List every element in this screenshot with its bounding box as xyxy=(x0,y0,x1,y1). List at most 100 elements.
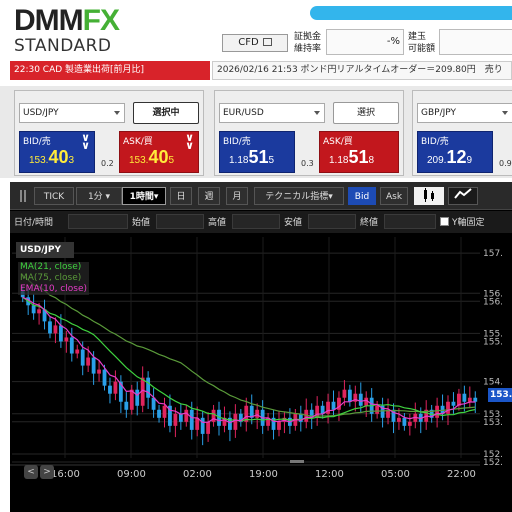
spread-value: 0.9 xyxy=(499,159,512,168)
x-tick-label: 12:00 xyxy=(315,469,344,480)
candle-body xyxy=(91,357,96,374)
bid-sell-button[interactable]: BID/売 209.129 xyxy=(417,131,493,173)
pair-select-value: GBP/JPY xyxy=(421,108,456,118)
bid-sell-button[interactable]: BID/売 1.18515 xyxy=(219,131,295,173)
y-tick-label: 152. xyxy=(483,458,503,468)
ask-buy-button[interactable]: ASK/買 1.18518 xyxy=(319,131,399,173)
scroll-left-button[interactable]: < xyxy=(24,465,38,479)
cfd-button[interactable]: CFD xyxy=(222,34,288,52)
pair-select[interactable]: USD/JPY xyxy=(19,103,125,123)
chart-scroll-handle[interactable] xyxy=(290,460,304,463)
candle-body xyxy=(402,417,407,426)
drag-handle-icon[interactable] xyxy=(20,190,28,202)
tab-day[interactable]: 日 xyxy=(170,187,192,205)
candle-body xyxy=(102,369,107,386)
margin-ratio-label: 証拠金 維持率 xyxy=(294,31,321,55)
tab-week[interactable]: 週 xyxy=(198,187,220,205)
y-tick-label: 154. xyxy=(483,378,503,388)
ohlc-filter-bar: 日付/時間 始値 高値 安値 終値 Y軸固定 xyxy=(10,211,512,233)
timeframe-1h-select[interactable]: 1時間▾ xyxy=(122,187,166,205)
x-tick-label: 22:00 xyxy=(447,469,476,480)
candle-body xyxy=(124,401,129,410)
candle-body xyxy=(108,385,112,394)
header-banner xyxy=(310,6,512,20)
technical-indicators-button[interactable]: テクニカル指標▾ xyxy=(254,187,344,205)
candle-body xyxy=(407,421,412,426)
candlestick-chart-icon[interactable] xyxy=(414,187,444,205)
y-axis-fix-label: Y軸固定 xyxy=(452,218,485,228)
legend-ma21: MA(21, close) xyxy=(18,262,89,273)
candle-body xyxy=(80,349,85,366)
candle-body xyxy=(113,381,118,394)
dmm-fx-logo: DMMFX STANDARD xyxy=(14,6,120,57)
candle-body xyxy=(178,413,183,422)
spread-value: 0.2 xyxy=(101,159,114,168)
bid-label: BID/売 xyxy=(223,137,251,147)
chevron-down-icon xyxy=(314,111,320,115)
select-pair-button[interactable]: 選択 xyxy=(333,102,399,124)
margin-ratio-value: -% xyxy=(326,29,404,55)
x-tick-label: 19:00 xyxy=(249,469,278,480)
chevron-down-icon xyxy=(502,111,508,115)
legend-ema10: EMA(10, close) xyxy=(18,284,89,295)
candle-body xyxy=(435,405,440,418)
news-ticker[interactable]: 2026/02/16 21:53 ポンド円リアルタイムオーダー＝209.80円 … xyxy=(212,61,512,80)
candle-body xyxy=(184,409,189,422)
y-axis-fix-checkbox[interactable] xyxy=(440,217,449,226)
open-field[interactable] xyxy=(156,214,204,229)
rate-panel-gbpjpy: GBP/JPY BID/売 209.129 0.9 xyxy=(412,90,512,176)
bid-sell-button[interactable]: BID/売 ∨ ∨ 153.403 xyxy=(19,131,95,173)
pair-select-value: EUR/USD xyxy=(223,108,264,118)
candle-body xyxy=(200,417,205,434)
legend-ma75: MA(75, close) xyxy=(18,273,89,284)
y-tick-label: 153. xyxy=(483,418,503,428)
candle-body xyxy=(58,325,63,342)
app-window: DMMFX STANDARD CFD 証拠金 維持率 -% 建玉 可能額 22:30… xyxy=(0,0,512,512)
close-field[interactable] xyxy=(384,214,436,229)
candle-body xyxy=(397,417,401,422)
candle-body xyxy=(347,389,352,402)
line-chart-icon[interactable] xyxy=(448,187,478,205)
pair-select[interactable]: EUR/USD xyxy=(219,103,325,123)
low-field[interactable] xyxy=(308,214,356,229)
pair-select-value: USD/JPY xyxy=(23,108,59,118)
candle-body xyxy=(255,409,260,418)
datetime-field[interactable] xyxy=(68,214,128,229)
tab-month[interactable]: 月 xyxy=(226,187,248,205)
rate-panel-eurusd: EUR/USD 選択 BID/売 1.18515 0.3 ASK/買 1.185… xyxy=(214,90,404,176)
chevron-down-icon xyxy=(114,111,120,115)
margin-label-line2: 維持率 xyxy=(294,44,322,54)
balance-label-line2: 可能額 xyxy=(408,44,436,54)
pair-select[interactable]: GBP/JPY xyxy=(417,103,512,123)
candle-body xyxy=(277,421,281,430)
ask-buy-button[interactable]: ASK/買 ∨ ∨ 153.405 xyxy=(119,131,199,173)
indicator-legend: MA(21, close) MA(75, close) EMA(10, clos… xyxy=(18,262,89,295)
bid-price: 209.129 xyxy=(427,147,473,167)
ask-price: 1.18518 xyxy=(329,147,375,167)
ask-price: 153.405 xyxy=(129,147,175,167)
candle-body xyxy=(206,421,211,434)
candle-body xyxy=(331,401,336,410)
candle-body xyxy=(69,337,74,354)
economic-indicator-bar[interactable]: 22:30 CAD 製造業出荷[前月比] xyxy=(10,61,210,80)
high-field[interactable] xyxy=(232,214,280,229)
y-tick-label: 156. xyxy=(483,289,503,299)
bid-price: 1.18515 xyxy=(229,147,275,167)
candle-body xyxy=(462,393,467,402)
indicators-label: テクニカル指標 xyxy=(265,192,329,202)
candle-body xyxy=(48,321,52,334)
position-available-value xyxy=(439,29,512,55)
candle-body xyxy=(37,309,41,314)
tf-1m-label: 1分 xyxy=(87,192,103,202)
select-pair-button[interactable]: 選択中 xyxy=(133,102,199,124)
tick-button[interactable]: TICK xyxy=(34,187,74,205)
window-icon xyxy=(262,38,272,46)
candle-body xyxy=(375,405,380,414)
scroll-right-button[interactable]: > xyxy=(40,465,54,479)
chart-symbol-label: USD/JPY xyxy=(16,242,74,258)
ask-toggle[interactable]: Ask xyxy=(380,187,408,205)
timeframe-1m-select[interactable]: 1分 ▾ xyxy=(76,187,122,205)
bid-toggle[interactable]: Bid xyxy=(348,187,376,205)
ema10-line xyxy=(22,296,476,424)
datetime-label: 日付/時間 xyxy=(14,218,54,228)
